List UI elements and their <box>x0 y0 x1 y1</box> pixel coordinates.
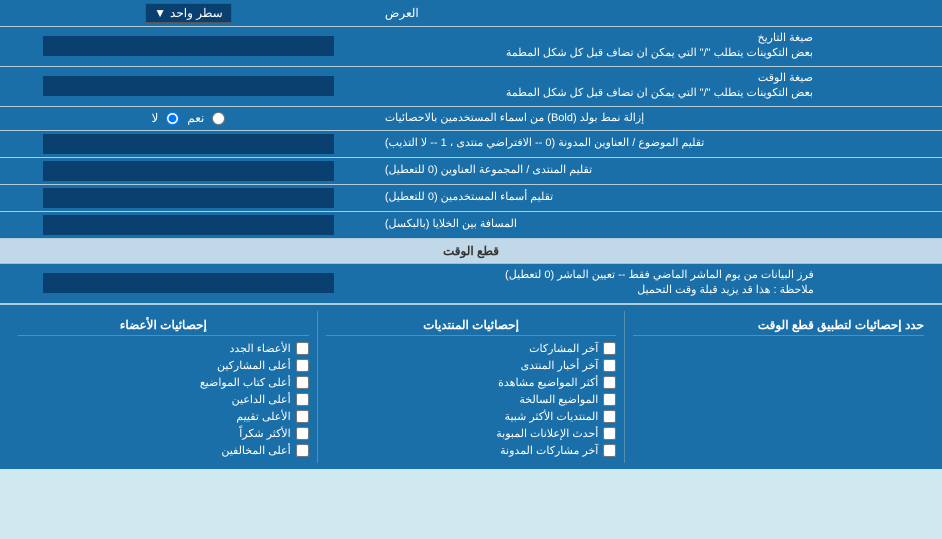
stat-top-subscribers: أعلى المخالفين <box>18 442 309 459</box>
stat-top-subscribers-checkbox[interactable] <box>296 444 309 457</box>
stat-top-donors: أعلى الداعين <box>18 391 309 408</box>
time-format-input-container: H:i <box>0 67 377 106</box>
stat-similar-forums: المنتديات الأكثر شبية <box>326 408 617 425</box>
date-format-label-title: صيغة التاريخ بعض التكوينات يتطلب "/" الت… <box>506 31 813 62</box>
cutoff-days-input[interactable]: 0 <box>43 273 335 293</box>
bold-remove-row: إزالة نمط بولد (Bold) من اسماء المستخدمي… <box>0 107 942 131</box>
bold-remove-no-label: لا <box>151 111 158 125</box>
cutoff-days-label: فرز البيانات من يوم الماشر الماضي فقط --… <box>377 264 942 303</box>
date-format-input[interactable]: d-m <box>43 36 335 56</box>
username-truncate-label: تقليم أسماء المستخدمين (0 للتعطيل) <box>377 185 942 211</box>
dropdown-arrow-icon: ▼ <box>154 6 166 20</box>
post-stats-title: إحصائيات المنتديات <box>326 315 617 336</box>
date-format-row: صيغة التاريخ بعض التكوينات يتطلب "/" الت… <box>0 27 942 67</box>
stat-last-posts: آخر المشاركات <box>326 340 617 357</box>
stat-top-blog-writers-label: أعلى كتاب المواضيع <box>200 376 291 389</box>
topic-truncate-row: تقليم الموضوع / العناوين المدونة (0 -- ا… <box>0 131 942 158</box>
stat-last-blog-participations: آخر مشاركات المدونة <box>326 442 617 459</box>
forum-truncate-input[interactable]: 33 <box>43 161 335 181</box>
member-stats-title: إحصائيات الأعضاء <box>18 315 309 336</box>
bold-remove-radio-group: نعم لا <box>151 111 225 125</box>
stat-most-viewed-checkbox[interactable] <box>603 376 616 389</box>
stat-last-posts-checkbox[interactable] <box>603 342 616 355</box>
bold-remove-radio-container: نعم لا <box>0 107 377 130</box>
stat-most-thanked-label: الأكثر شكراً <box>239 427 290 440</box>
stat-last-forum-news-checkbox[interactable] <box>603 359 616 372</box>
time-format-input[interactable]: H:i <box>43 76 335 96</box>
cell-spacing-input-container: 2 <box>0 212 377 238</box>
cutoff-section-header: قطع الوقت <box>0 239 942 264</box>
topic-truncate-input[interactable]: 33 <box>43 134 335 154</box>
forum-truncate-row: تقليم المنتدى / المجموعة العناوين (0 للت… <box>0 158 942 185</box>
date-format-label: صيغة التاريخ بعض التكوينات يتطلب "/" الت… <box>377 27 942 66</box>
stat-top-subscribers-label: أعلى المخالفين <box>221 444 290 457</box>
username-truncate-input[interactable]: 0 <box>43 188 335 208</box>
display-mode-label: العرض <box>377 0 942 26</box>
stat-old-topics: المواضيع السالخة <box>326 391 617 408</box>
display-mode-input[interactable]: سطر واحد ▼ <box>0 0 377 26</box>
cutoff-days-row: فرز البيانات من يوم الماشر الماضي فقط --… <box>0 264 942 304</box>
display-mode-row: العرض سطر واحد ▼ <box>0 0 942 27</box>
stats-right-col: حدد إحصائيات لتطبيق قطع الوقت <box>625 311 932 463</box>
stat-top-rated-checkbox[interactable] <box>296 410 309 423</box>
cutoff-section-title: قطع الوقت <box>443 244 499 258</box>
username-truncate-row: تقليم أسماء المستخدمين (0 للتعطيل) 0 <box>0 185 942 212</box>
stat-recent-ads-label: أحدث الإعلانات المبوبة <box>496 427 598 440</box>
forum-truncate-label: تقليم المنتدى / المجموعة العناوين (0 للت… <box>377 158 942 184</box>
stats-grid: حدد إحصائيات لتطبيق قطع الوقت إحصائيات ا… <box>10 311 932 463</box>
stat-top-donors-checkbox[interactable] <box>296 393 309 406</box>
stat-last-forum-news-label: آخر أخبار المنتدى <box>521 359 599 372</box>
stat-new-members-label: الأعضاء الجدد <box>229 342 290 355</box>
topic-truncate-input-container: 33 <box>0 131 377 157</box>
stat-top-rated: الأعلى تقييم <box>18 408 309 425</box>
display-mode-dropdown[interactable]: سطر واحد ▼ <box>145 3 232 23</box>
stat-most-viewed-label: أكثر المواضيع مشاهدة <box>498 376 598 389</box>
stat-top-blog-writers-checkbox[interactable] <box>296 376 309 389</box>
stat-old-topics-label: المواضيع السالخة <box>519 393 598 406</box>
post-stats-col: إحصائيات المنتديات آخر المشاركات آخر أخب… <box>317 311 626 463</box>
stat-last-posts-label: آخر المشاركات <box>529 342 598 355</box>
stat-top-sharers-checkbox[interactable] <box>296 359 309 372</box>
cutoff-days-input-container: 0 <box>0 264 377 303</box>
member-stats-col: إحصائيات الأعضاء الأعضاء الجدد أعلى المش… <box>10 311 317 463</box>
stat-last-blog-participations-checkbox[interactable] <box>603 444 616 457</box>
cell-spacing-input[interactable]: 2 <box>43 215 335 235</box>
stat-new-members-checkbox[interactable] <box>296 342 309 355</box>
username-truncate-input-container: 0 <box>0 185 377 211</box>
stat-similar-forums-label: المنتديات الأكثر شبية <box>505 410 599 423</box>
topic-truncate-label: تقليم الموضوع / العناوين المدونة (0 -- ا… <box>377 131 942 157</box>
bold-remove-yes-label: نعم <box>187 111 204 125</box>
bold-remove-yes-radio[interactable] <box>212 112 225 125</box>
cell-spacing-row: المسافة بين الخلايا (بالبكسل) 2 <box>0 212 942 239</box>
main-container: العرض سطر واحد ▼ صيغة التاريخ بعض التكوي… <box>0 0 942 469</box>
stats-section-title: حدد إحصائيات لتطبيق قطع الوقت <box>633 315 924 336</box>
stat-most-thanked-checkbox[interactable] <box>296 427 309 440</box>
time-format-row: صيغة الوقت بعض التكوينات يتطلب "/" التي … <box>0 67 942 107</box>
stat-most-thanked: الأكثر شكراً <box>18 425 309 442</box>
stat-recent-ads: أحدث الإعلانات المبوبة <box>326 425 617 442</box>
stat-top-sharers: أعلى المشاركين <box>18 357 309 374</box>
stat-similar-forums-checkbox[interactable] <box>603 410 616 423</box>
stat-new-members: الأعضاء الجدد <box>18 340 309 357</box>
cell-spacing-label: المسافة بين الخلايا (بالبكسل) <box>377 212 942 238</box>
stat-most-viewed: أكثر المواضيع مشاهدة <box>326 374 617 391</box>
stat-top-donors-label: أعلى الداعين <box>232 393 291 406</box>
time-format-label-title: صيغة الوقت بعض التكوينات يتطلب "/" التي … <box>506 71 813 102</box>
display-mode-value: سطر واحد <box>170 6 223 20</box>
bold-remove-no-radio[interactable] <box>166 112 179 125</box>
date-format-input-container: d-m <box>0 27 377 66</box>
stat-old-topics-checkbox[interactable] <box>603 393 616 406</box>
time-format-label: صيغة الوقت بعض التكوينات يتطلب "/" التي … <box>377 67 942 106</box>
forum-truncate-input-container: 33 <box>0 158 377 184</box>
stat-last-blog-participations-label: آخر مشاركات المدونة <box>500 444 598 457</box>
stat-top-sharers-label: أعلى المشاركين <box>217 359 291 372</box>
stat-last-forum-news: آخر أخبار المنتدى <box>326 357 617 374</box>
stats-section: حدد إحصائيات لتطبيق قطع الوقت إحصائيات ا… <box>0 304 942 469</box>
stat-recent-ads-checkbox[interactable] <box>603 427 616 440</box>
cutoff-days-label-text: فرز البيانات من يوم الماشر الماضي فقط --… <box>505 268 814 299</box>
stat-top-blog-writers: أعلى كتاب المواضيع <box>18 374 309 391</box>
bold-remove-label: إزالة نمط بولد (Bold) من اسماء المستخدمي… <box>377 107 942 130</box>
stat-top-rated-label: الأعلى تقييم <box>236 410 290 423</box>
